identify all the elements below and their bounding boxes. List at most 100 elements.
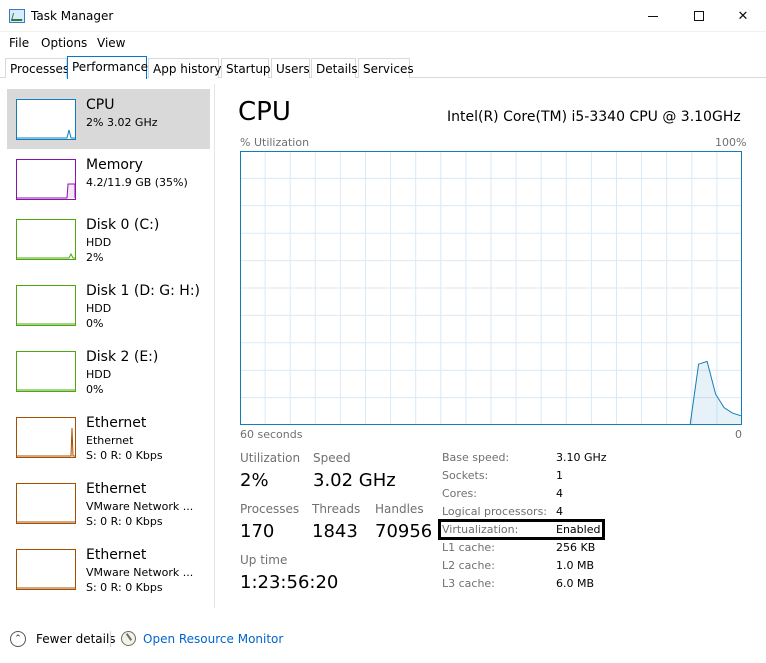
processes-value: 170 bbox=[240, 521, 275, 542]
footer-separator bbox=[110, 631, 111, 647]
l3-cache-value: 6.0 MB bbox=[556, 577, 595, 590]
fewer-details-button[interactable]: Fewer details bbox=[36, 632, 116, 646]
handles-value: 70956 bbox=[375, 521, 433, 542]
resource-name: Memory bbox=[86, 157, 143, 173]
resource-item-disk-0[interactable]: Disk 0 (C:) HDD 2% bbox=[7, 209, 210, 269]
logical-processors-value: 4 bbox=[556, 505, 563, 518]
resource-detail-line-2: S: 0 R: 0 Kbps bbox=[86, 515, 163, 528]
page-title: CPU bbox=[238, 97, 291, 127]
graph-x-min: 0 bbox=[735, 428, 742, 441]
maximize-button[interactable] bbox=[676, 0, 722, 32]
utilization-value: 2% bbox=[240, 470, 269, 491]
resource-thumbnail-graph bbox=[16, 219, 76, 260]
resource-thumbnail-graph bbox=[16, 417, 76, 458]
logical-processors-label: Logical processors: bbox=[442, 505, 548, 518]
resource-detail-line-2: 0% bbox=[86, 383, 104, 396]
resource-monitor-icon bbox=[121, 631, 136, 646]
resource-thumbnail-graph bbox=[16, 99, 76, 140]
resource-name: Disk 0 (C:) bbox=[86, 217, 160, 233]
window-title: Task Manager bbox=[31, 9, 114, 23]
graph-y-label: % Utilization bbox=[240, 136, 310, 149]
thumbnail-line bbox=[17, 252, 75, 259]
l3-cache-label: L3 cache: bbox=[442, 577, 495, 590]
menu-file[interactable]: File bbox=[9, 36, 29, 50]
threads-value: 1843 bbox=[312, 521, 358, 542]
tab-processes[interactable]: Processes bbox=[5, 58, 69, 78]
graph-x-label: 60 seconds bbox=[240, 428, 303, 441]
l2-cache-value: 1.0 MB bbox=[556, 559, 595, 572]
menu-options[interactable]: Options bbox=[41, 36, 87, 50]
resource-item-memory[interactable]: Memory 4.2/11.9 GB (35%) bbox=[7, 149, 210, 209]
sockets-label: Sockets: bbox=[442, 469, 489, 482]
thumbnail-line bbox=[17, 427, 75, 457]
resource-detail-line-1: HDD bbox=[86, 236, 112, 249]
thumbnail-line bbox=[17, 183, 75, 199]
resource-name: Ethernet bbox=[86, 547, 147, 563]
utilization-label: Utilization bbox=[240, 451, 301, 465]
close-icon: ✕ bbox=[737, 8, 749, 24]
minimize-button[interactable] bbox=[630, 0, 676, 32]
minimize-icon bbox=[648, 15, 658, 17]
menu-bar: File Options View bbox=[0, 33, 766, 53]
l2-cache-label: L2 cache: bbox=[442, 559, 495, 572]
cores-value: 4 bbox=[556, 487, 563, 500]
title-bar[interactable]: Task Manager ✕ bbox=[0, 0, 766, 32]
maximize-icon bbox=[694, 11, 704, 21]
tab-bar: Processes Performance App history Startu… bbox=[0, 56, 766, 79]
cpu-model-name: Intel(R) Core(TM) i5-3340 CPU @ 3.10GHz bbox=[447, 109, 741, 125]
sockets-value: 1 bbox=[556, 469, 563, 482]
resource-detail-line-1: 2% 3.02 GHz bbox=[86, 116, 158, 129]
resource-detail-line-1: HDD bbox=[86, 368, 112, 381]
resource-item-disk-1[interactable]: Disk 1 (D: G: H:) HDD 0% bbox=[7, 275, 210, 335]
resource-name: Ethernet bbox=[86, 481, 147, 497]
processes-label: Processes bbox=[240, 502, 300, 516]
resource-thumbnail-graph bbox=[16, 483, 76, 524]
speed-value: 3.02 GHz bbox=[313, 470, 396, 491]
resource-detail-line-2: 0% bbox=[86, 317, 104, 330]
resource-item-ethernet-1[interactable]: Ethernet Ethernet S: 0 R: 0 Kbps bbox=[7, 407, 210, 467]
speed-label: Speed bbox=[313, 451, 351, 465]
menu-view[interactable]: View bbox=[97, 36, 125, 50]
tab-details[interactable]: Details bbox=[311, 58, 358, 78]
resource-thumbnail-graph bbox=[16, 549, 76, 590]
tab-performance[interactable]: Performance bbox=[67, 56, 148, 79]
resource-name: CPU bbox=[86, 97, 115, 113]
resource-detail-line-2: S: 0 R: 0 Kbps bbox=[86, 581, 163, 594]
resource-detail-line-2: 2% bbox=[86, 251, 104, 264]
handles-label: Handles bbox=[375, 502, 424, 516]
tab-app-history[interactable]: App history bbox=[148, 58, 222, 78]
task-manager-icon bbox=[9, 9, 25, 23]
tab-services[interactable]: Services bbox=[358, 58, 414, 78]
open-resource-monitor-link[interactable]: Open Resource Monitor bbox=[143, 632, 283, 646]
threads-label: Threads bbox=[312, 502, 361, 516]
thumbnail-line bbox=[17, 521, 75, 523]
resource-name: Disk 1 (D: G: H:) bbox=[86, 283, 201, 299]
thumbnail-line bbox=[17, 389, 75, 391]
footer: ⌃ Fewer details Open Resource Monitor bbox=[0, 622, 766, 654]
resource-item-ethernet-2[interactable]: Ethernet VMware Network ... S: 0 R: 0 Kbps bbox=[7, 473, 210, 533]
resource-detail-line-1: Ethernet bbox=[86, 434, 134, 447]
resource-detail-line-1: VMware Network ... bbox=[86, 500, 194, 513]
pane-divider bbox=[214, 84, 215, 608]
resource-thumbnail-graph bbox=[16, 351, 76, 392]
graph-y-max: 100% bbox=[715, 136, 747, 149]
resource-detail-line-1: 4.2/11.9 GB (35%) bbox=[86, 176, 188, 189]
virtualization-highlight bbox=[438, 519, 605, 540]
resource-item-cpu[interactable]: CPU 2% 3.02 GHz bbox=[7, 89, 210, 149]
chevron-up-icon[interactable]: ⌃ bbox=[10, 631, 26, 647]
tab-startup[interactable]: Startup bbox=[221, 58, 271, 78]
thumbnail-line bbox=[17, 587, 75, 589]
resource-detail-line-1: HDD bbox=[86, 302, 112, 315]
cores-label: Cores: bbox=[442, 487, 477, 500]
base-speed-label: Base speed: bbox=[442, 451, 510, 464]
thumbnail-line bbox=[17, 323, 75, 325]
tab-users[interactable]: Users bbox=[271, 58, 310, 78]
close-button[interactable]: ✕ bbox=[720, 0, 766, 32]
uptime-value: 1:23:56:20 bbox=[240, 572, 339, 593]
resource-item-ethernet-3[interactable]: Ethernet VMware Network ... S: 0 R: 0 Kbps bbox=[7, 539, 210, 599]
resource-thumbnail-graph bbox=[16, 285, 76, 326]
resource-detail-line-2: S: 0 R: 0 Kbps bbox=[86, 449, 163, 462]
resource-item-disk-2[interactable]: Disk 2 (E:) HDD 0% bbox=[7, 341, 210, 401]
l1-cache-label: L1 cache: bbox=[442, 541, 495, 554]
base-speed-value: 3.10 GHz bbox=[556, 451, 607, 464]
